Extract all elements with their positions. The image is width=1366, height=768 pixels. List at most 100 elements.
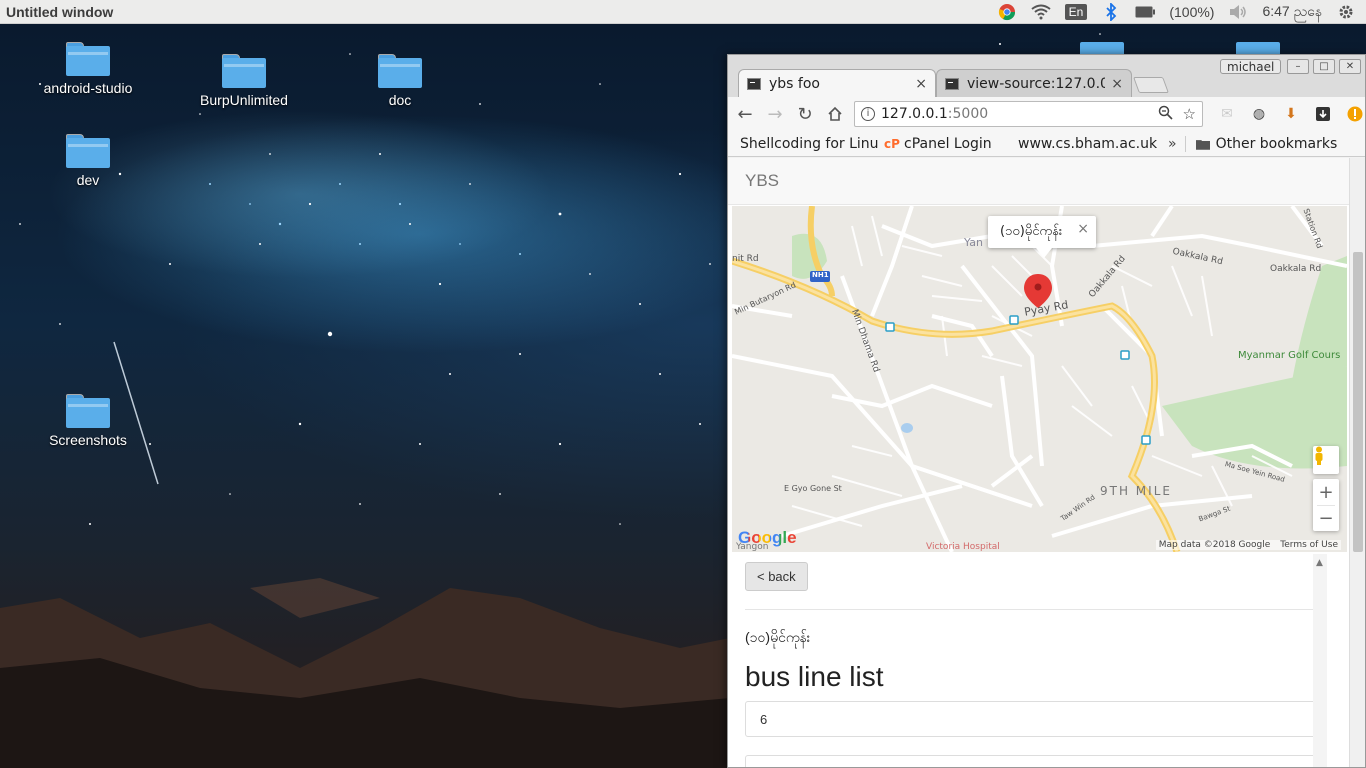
folder-icon <box>66 42 110 76</box>
page-scrollbar[interactable] <box>1349 158 1365 767</box>
other-bookmarks-folder[interactable]: Other bookmarks <box>1184 135 1344 152</box>
scrollbar-thumb[interactable] <box>1353 252 1363 552</box>
maximize-button[interactable]: □ <box>1313 59 1335 74</box>
partially-hidden-folder-icon[interactable] <box>1080 42 1124 54</box>
bookmark-label: Other bookmarks <box>1215 135 1338 152</box>
navbar-brand[interactable]: YBS <box>745 171 779 191</box>
extension-icons: ✉ ◍ ⬇ <box>1217 104 1365 124</box>
home-icon[interactable] <box>822 101 848 127</box>
url-port: :5000 <box>947 106 989 122</box>
back-button[interactable]: < back <box>745 562 808 591</box>
minimize-button[interactable]: – <box>1287 59 1309 74</box>
street-view-pegman-icon[interactable] <box>1313 446 1339 474</box>
tab-title: view-source:127.0.0.1:5000 <box>967 75 1106 92</box>
google-map[interactable]: NH1 Pyay Rd Oakkala Rd Oakkala Rd Oakkal… <box>732 206 1347 552</box>
cpanel-icon: cP <box>884 136 900 151</box>
desktop-icon-label: Screenshots <box>49 432 127 448</box>
wifi-icon[interactable] <box>1031 2 1051 22</box>
folder-icon <box>378 54 422 88</box>
folder-icon <box>1195 139 1210 150</box>
folder-icon <box>66 134 110 168</box>
info-window-text: (၁၀)မိုင်ကုန်း <box>1000 223 1063 239</box>
bookmark-cpanel[interactable]: cP cPanel Login <box>878 136 1006 152</box>
browser-toolbar: ← → ↻ i 127.0.0.1 :5000 ☆ ✉ ◍ ⬇ <box>728 97 1365 131</box>
tab-view-source[interactable]: view-source:127.0.0.1:5000 × <box>936 69 1132 97</box>
site-info-icon[interactable]: i <box>861 107 875 121</box>
zoom-magnifier-icon[interactable] <box>1158 105 1173 124</box>
map-label-e-gyo-gone-st: E Gyo Gone St <box>784 484 842 493</box>
map-label-nh1: NH1 <box>812 271 829 279</box>
desktop-icon-android-studio[interactable]: android-studio <box>33 42 143 96</box>
system-tray: En (100%) 6:47 ညနေ <box>997 0 1356 24</box>
chrome-icon[interactable] <box>997 2 1017 22</box>
url-host: 127.0.0.1 <box>881 106 948 122</box>
window-controls: – □ ✕ <box>1287 59 1361 74</box>
terminal-favicon-icon <box>945 77 959 90</box>
content-scrollbar[interactable]: ▲ <box>1313 554 1327 767</box>
desktop-icon-label: android-studio <box>43 80 133 96</box>
top-panel: Untitled window En (100%) 6:47 ညနေ <box>0 0 1366 24</box>
bluetooth-icon[interactable] <box>1101 2 1121 22</box>
map-attribution: Map data ©2018 Google Terms of Use <box>1155 540 1341 550</box>
new-tab-button[interactable] <box>1133 77 1169 93</box>
forward-arrow-icon[interactable]: → <box>762 101 788 127</box>
map-label-nit-rd: nit Rd <box>732 254 759 264</box>
desktop-icon-screenshots[interactable]: Screenshots <box>33 394 143 448</box>
map-info-window: (၁၀)မိုင်ကုန်း × <box>988 216 1096 258</box>
bus-line-list-heading: bus line list <box>745 661 884 692</box>
map-data-text: Map data ©2018 Google <box>1158 540 1271 550</box>
settings-gear-icon[interactable] <box>1336 2 1356 22</box>
map-label-yan: Yan <box>964 236 983 249</box>
bookmarks-bar: Shellcoding for Linux cP cPanel Login ww… <box>728 131 1365 157</box>
partially-hidden-folder-icon[interactable] <box>1236 42 1280 54</box>
map-label-golf-course: Myanmar Golf Cours <box>1238 350 1341 361</box>
back-arrow-icon[interactable]: ← <box>732 101 758 127</box>
web-page: YBS NH1 Pyay Rd Oakkala Rd Oakkala Rd Oa… <box>728 158 1349 767</box>
warning-menu-icon[interactable] <box>1345 104 1365 124</box>
zoom-out-button[interactable]: − <box>1317 505 1335 531</box>
terms-of-use-link[interactable]: Terms of Use <box>1280 540 1338 550</box>
address-bar[interactable]: i 127.0.0.1 :5000 ☆ <box>854 101 1203 127</box>
profile-button[interactable]: michael <box>1220 59 1282 74</box>
tab-ybs-foo[interactable]: ybs foo × <box>738 69 936 97</box>
folder-icon <box>66 394 110 428</box>
stop-name: (၁၀)မိုင်ကုန်း <box>745 629 811 645</box>
download-arrow-icon[interactable]: ⬇ <box>1281 104 1301 124</box>
tab-close-icon[interactable]: × <box>915 76 927 92</box>
save-extension-icon[interactable] <box>1313 104 1333 124</box>
cookie-extension-icon[interactable]: ◍ <box>1249 104 1269 124</box>
bookmarks-overflow-chevron-icon[interactable]: » <box>1160 136 1185 152</box>
map-label-hospital: Victoria Hospital <box>926 542 1000 552</box>
info-window-close-icon[interactable]: × <box>1077 221 1089 237</box>
chrome-window: ybs foo × view-source:127.0.0.1:5000 × m… <box>727 54 1366 768</box>
desktop-icon-label: doc <box>388 92 412 108</box>
bookmark-label: cPanel Login <box>904 135 992 152</box>
scroll-up-arrow-icon[interactable]: ▲ <box>1316 558 1323 568</box>
window-title: Untitled window <box>6 3 114 20</box>
google-logo: Google <box>738 528 797 547</box>
desktop-icon-label: dev <box>76 172 100 188</box>
bus-line-item-partial[interactable] <box>745 755 1318 767</box>
stop-detail: < back (၁၀)မိုင်ကုန်း bus line list 6 <box>728 554 1331 767</box>
desktop-icon-burpunlimited[interactable]: BurpUnlimited <box>189 54 299 108</box>
bookmark-cs-bham[interactable]: www.cs.bham.ac.uk <box>1006 136 1160 152</box>
tab-title: ybs foo <box>769 75 820 92</box>
divider <box>745 609 1318 610</box>
zoom-in-button[interactable]: + <box>1318 479 1333 505</box>
desktop-icon-dev[interactable]: dev <box>33 134 143 188</box>
mail-extension-icon[interactable]: ✉ <box>1217 104 1237 124</box>
tab-close-icon[interactable]: × <box>1111 76 1123 92</box>
bookmark-shellcoding[interactable]: Shellcoding for Linux <box>728 136 878 152</box>
navbar: YBS <box>728 158 1349 205</box>
volume-icon[interactable] <box>1228 2 1248 22</box>
bus-line-item[interactable]: 6 <box>745 701 1318 737</box>
desktop-icon-doc[interactable]: doc <box>345 54 455 108</box>
bookmark-label: Shellcoding for Linux <box>740 135 878 152</box>
terminal-favicon-icon <box>747 77 761 90</box>
clock[interactable]: 6:47 ညနေ <box>1262 2 1322 23</box>
battery-icon[interactable] <box>1135 2 1156 22</box>
keyboard-language-indicator[interactable]: En <box>1064 4 1088 20</box>
reload-icon[interactable]: ↻ <box>792 101 818 127</box>
close-window-button[interactable]: ✕ <box>1339 59 1361 74</box>
bookmark-star-icon[interactable]: ☆ <box>1183 105 1196 124</box>
